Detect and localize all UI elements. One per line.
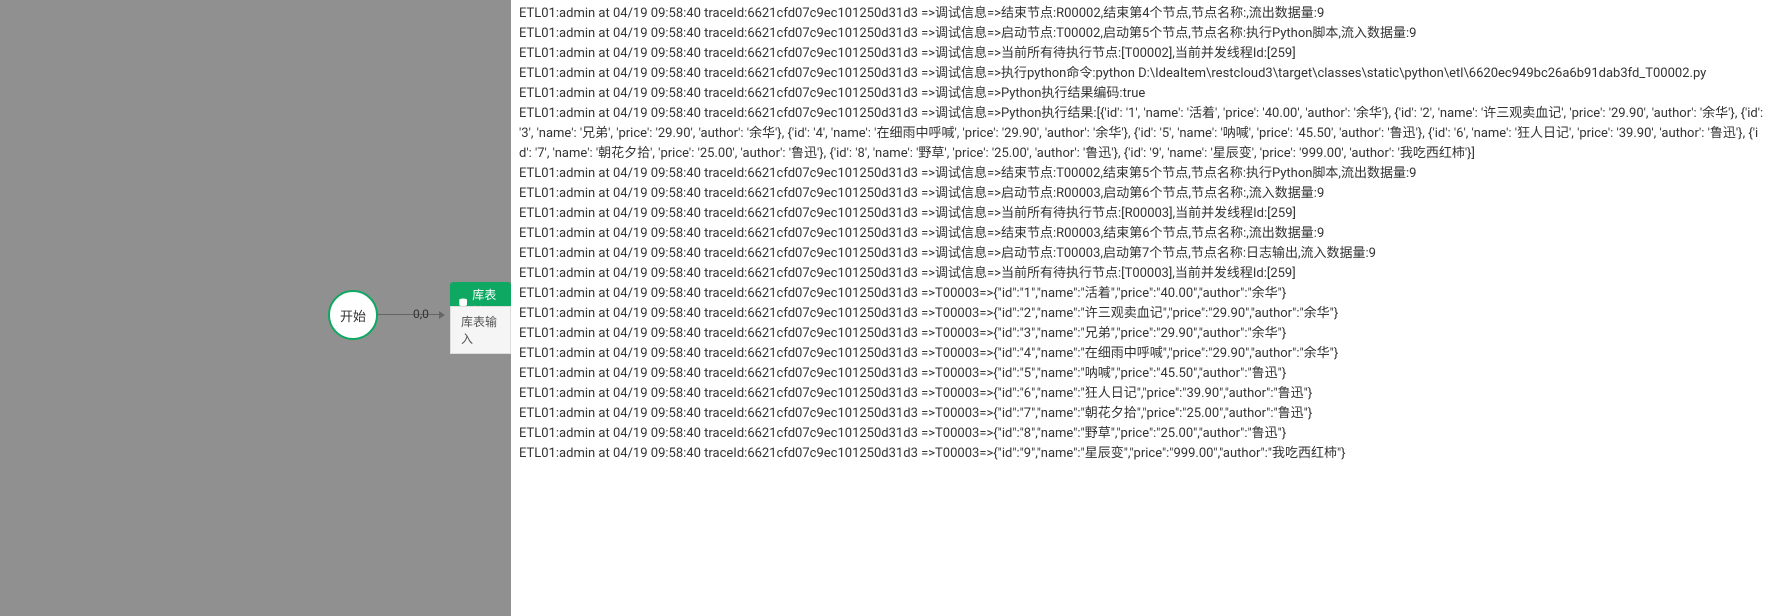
- log-line: ETL01:admin at 04/19 09:58:40 traceId:66…: [519, 84, 1764, 104]
- log-line: ETL01:admin at 04/19 09:58:40 traceId:66…: [519, 244, 1764, 264]
- log-line: ETL01:admin at 04/19 09:58:40 traceId:66…: [519, 4, 1764, 24]
- log-panel[interactable]: ETL01:admin at 04/19 09:58:40 traceId:66…: [511, 0, 1772, 616]
- log-line: ETL01:admin at 04/19 09:58:40 traceId:66…: [519, 44, 1764, 64]
- flow-node-start[interactable]: 开始: [328, 290, 378, 340]
- flow-node-action-body-label: 库表输入: [461, 315, 497, 346]
- log-line: ETL01:admin at 04/19 09:58:40 traceId:66…: [519, 344, 1764, 364]
- flow-edge-label: 0,0: [413, 307, 429, 321]
- log-line: ETL01:admin at 04/19 09:58:40 traceId:66…: [519, 184, 1764, 204]
- log-line: ETL01:admin at 04/19 09:58:40 traceId:66…: [519, 284, 1764, 304]
- log-line: ETL01:admin at 04/19 09:58:40 traceId:66…: [519, 204, 1764, 224]
- flow-node-start-label: 开始: [340, 306, 366, 325]
- log-line: ETL01:admin at 04/19 09:58:40 traceId:66…: [519, 104, 1764, 164]
- log-line: ETL01:admin at 04/19 09:58:40 traceId:66…: [519, 224, 1764, 244]
- log-line: ETL01:admin at 04/19 09:58:40 traceId:66…: [519, 404, 1764, 424]
- flow-canvas[interactable]: 开始 0,0 库表输 库表输入: [0, 0, 511, 616]
- log-line: ETL01:admin at 04/19 09:58:40 traceId:66…: [519, 264, 1764, 284]
- log-line: ETL01:admin at 04/19 09:58:40 traceId:66…: [519, 444, 1764, 464]
- log-line: ETL01:admin at 04/19 09:58:40 traceId:66…: [519, 384, 1764, 404]
- log-line: ETL01:admin at 04/19 09:58:40 traceId:66…: [519, 324, 1764, 344]
- flow-node-action-body[interactable]: 库表输入: [450, 306, 511, 354]
- log-line: ETL01:admin at 04/19 09:58:40 traceId:66…: [519, 304, 1764, 324]
- log-line: ETL01:admin at 04/19 09:58:40 traceId:66…: [519, 164, 1764, 184]
- log-line: ETL01:admin at 04/19 09:58:40 traceId:66…: [519, 24, 1764, 44]
- log-line: ETL01:admin at 04/19 09:58:40 traceId:66…: [519, 424, 1764, 444]
- log-line: ETL01:admin at 04/19 09:58:40 traceId:66…: [519, 364, 1764, 384]
- flow-edge[interactable]: [378, 314, 443, 315]
- log-line: ETL01:admin at 04/19 09:58:40 traceId:66…: [519, 64, 1764, 84]
